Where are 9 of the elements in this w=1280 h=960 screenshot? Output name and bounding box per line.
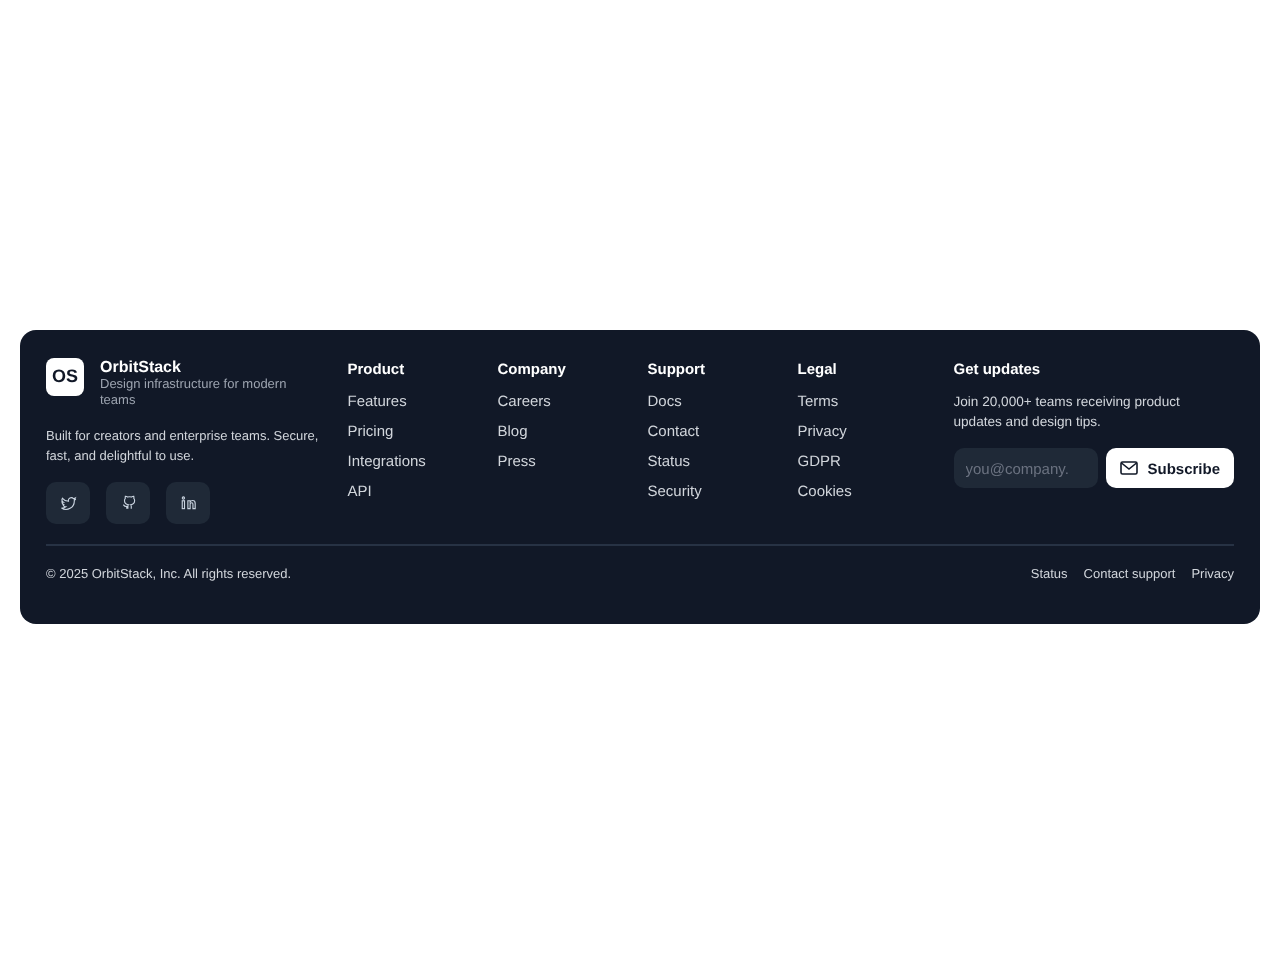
social-button[interactable] (46, 482, 90, 525)
brand-name: OrbitStack (100, 358, 183, 378)
mail-icon (1119, 460, 1138, 477)
logo: OS (46, 358, 84, 396)
twitter-icon (59, 494, 77, 513)
social-button[interactable] (106, 482, 150, 525)
linkedin-icon (179, 494, 197, 513)
social-button[interactable] (166, 482, 210, 525)
github-icon (119, 494, 137, 513)
